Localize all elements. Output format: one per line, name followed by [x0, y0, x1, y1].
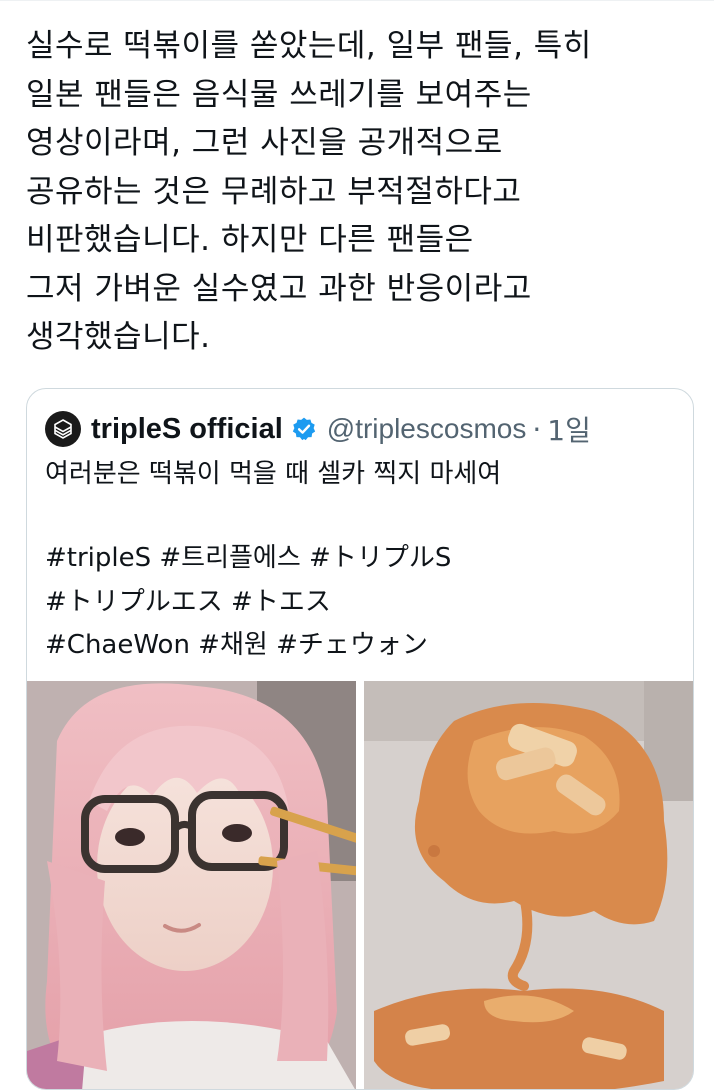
author-handle[interactable]: @triplescosmos [327, 413, 527, 445]
quoted-tweet-card[interactable]: tripleS official @triplescosmos · 1일 여러분… [26, 388, 694, 1090]
verified-badge-icon [291, 416, 317, 442]
hashtag-block: #tripleS #트리플에스 #トリプルS #トリプルエス #トエス #Cha… [45, 537, 675, 668]
quoted-tweet-header: tripleS official @triplescosmos · 1일 [45, 409, 591, 449]
triples-logo-icon [54, 419, 72, 439]
hashtag-line[interactable]: #ChaeWon #채원 #チェウォン [45, 624, 675, 668]
top-divider [0, 0, 714, 1]
post-body-text: 실수로 떡볶이를 쏟았는데, 일부 팬들, 특히 일본 팬들은 음식물 쓰레기를… [26, 28, 592, 355]
post-time[interactable]: 1일 [547, 409, 591, 449]
selfie-photo[interactable] [27, 681, 356, 1089]
hashtag-line[interactable]: #トリプルエス #トエス [45, 581, 675, 625]
separator-dot: · [532, 412, 542, 446]
quoted-tweet-text: 여러분은 떡볶이 먹을 때 셀카 찍지 마세여 [45, 459, 502, 489]
spilled-tteokbokki-photo[interactable] [364, 681, 693, 1089]
avatar[interactable] [45, 411, 81, 447]
author-name[interactable]: tripleS official [91, 413, 283, 446]
hashtag-line[interactable]: #tripleS #트리플에스 #トリプルS [45, 537, 675, 581]
